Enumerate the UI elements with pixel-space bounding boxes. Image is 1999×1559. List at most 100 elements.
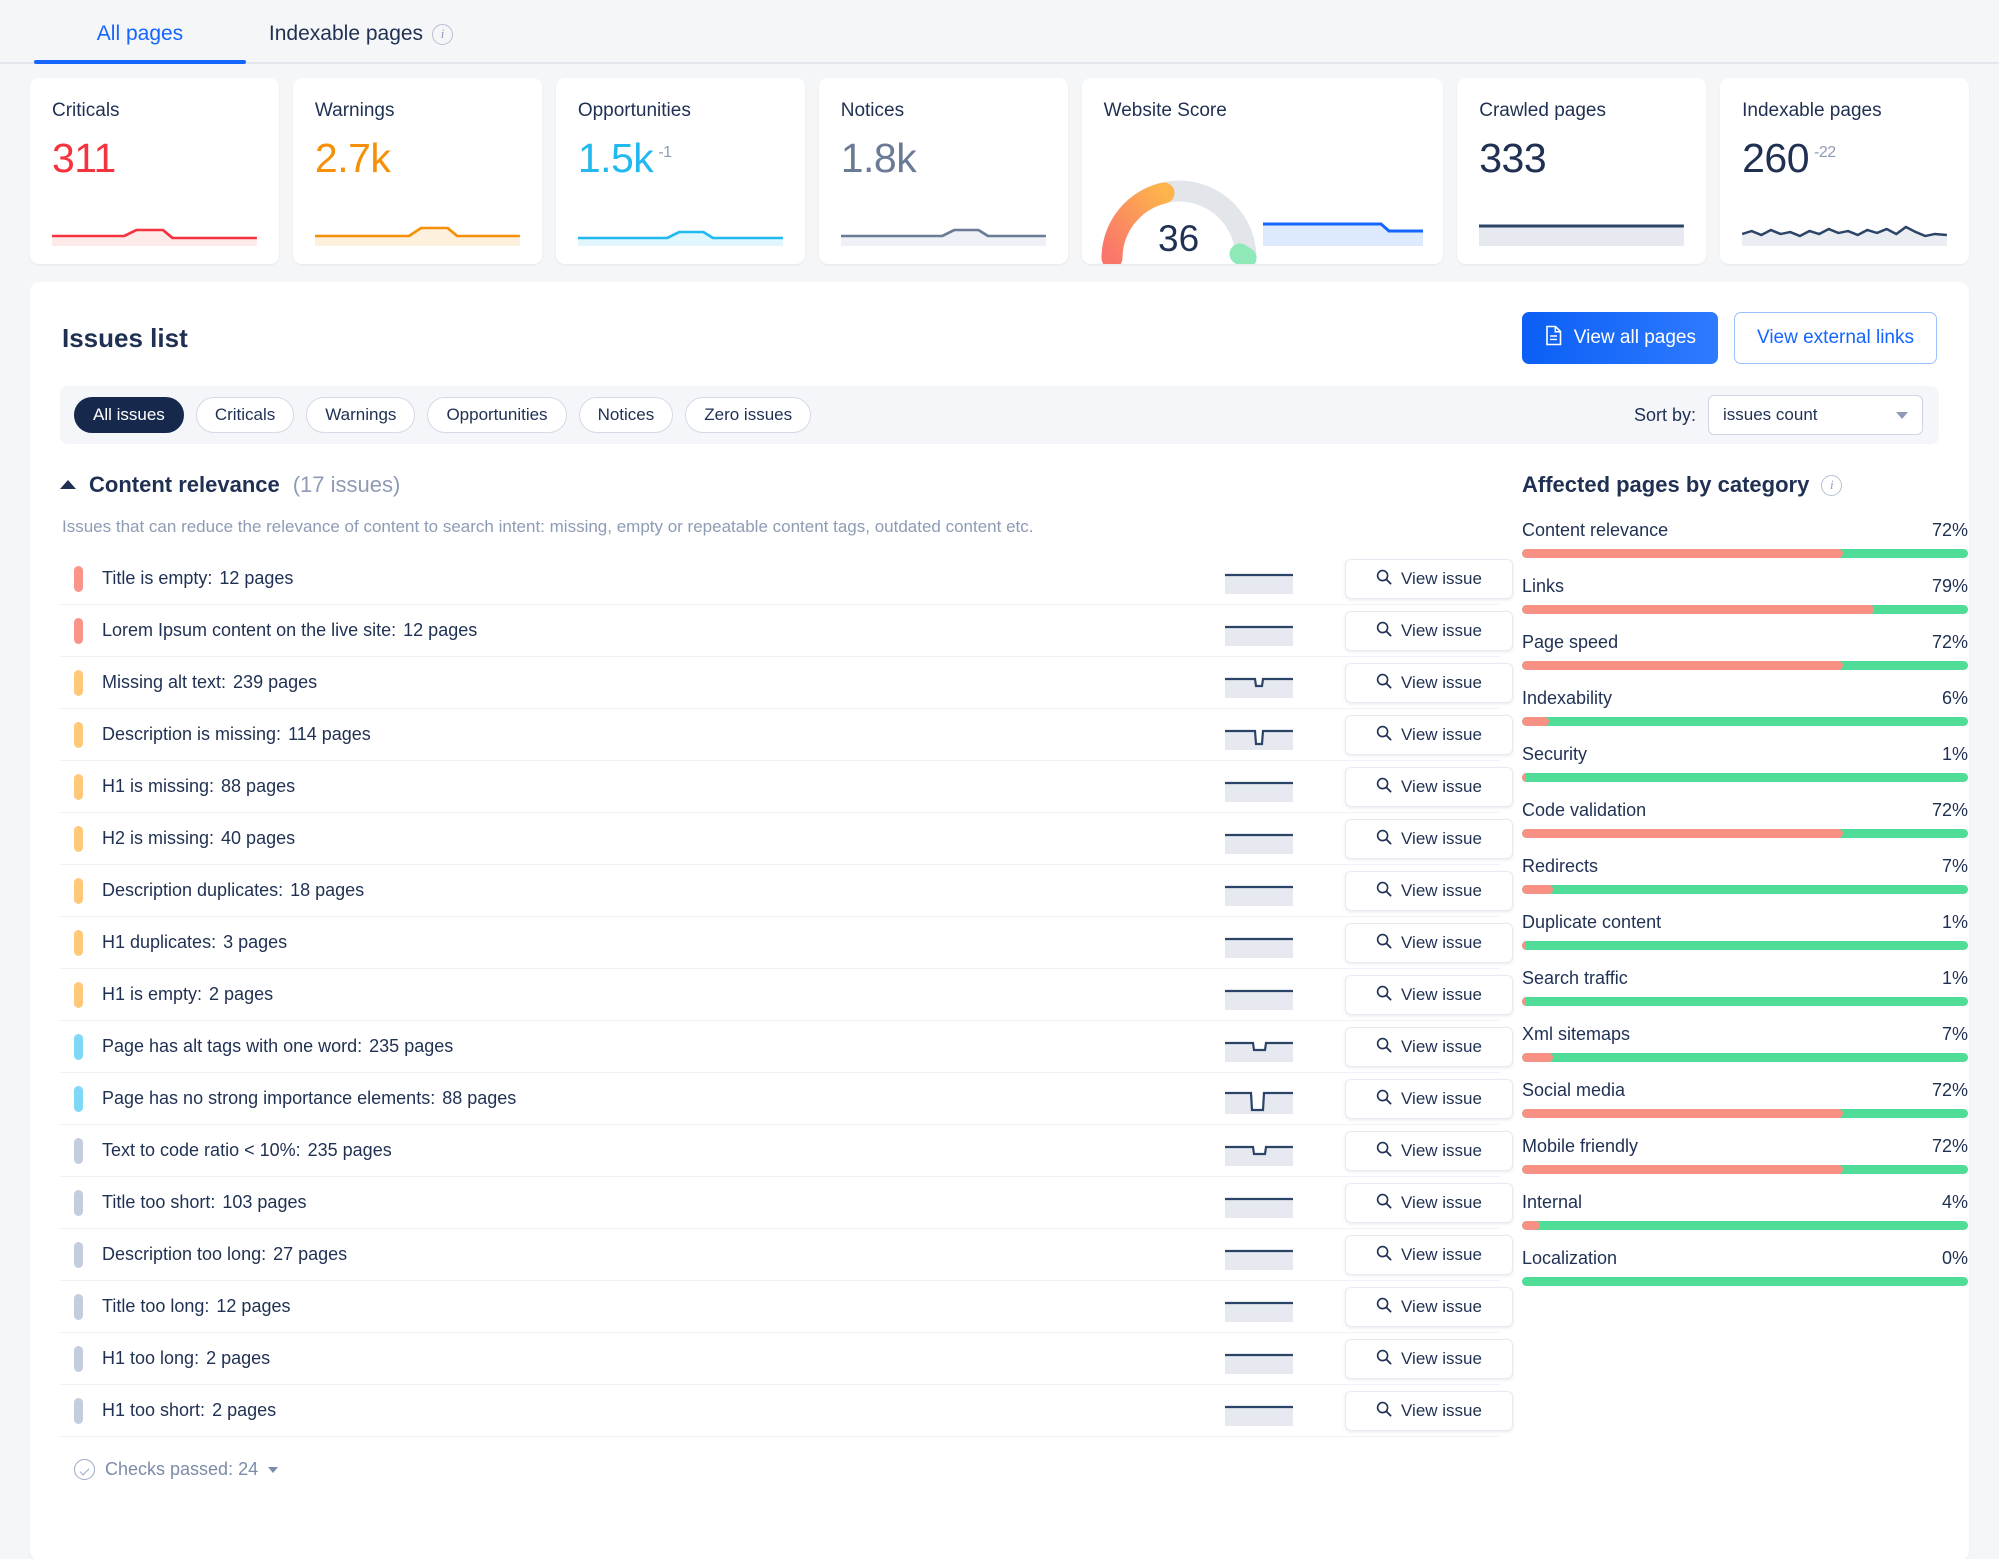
view-issue-button[interactable]: View issue [1345, 871, 1513, 911]
view-issue-button[interactable]: View issue [1345, 1183, 1513, 1223]
affected-category-item: Links 79% [1522, 576, 1968, 614]
affected-category-top: Page speed 72% [1522, 632, 1968, 653]
issue-page-count: 88 pages [221, 776, 296, 796]
kpi-card-warnings[interactable]: Warnings 2.7k [292, 78, 542, 264]
filter-pill-warnings[interactable]: Warnings [306, 397, 416, 433]
issue-row[interactable]: H2 is missing: 40 pages View issue [60, 813, 1513, 865]
issue-row[interactable]: Page has no strong importance elements: 8… [60, 1073, 1513, 1125]
page-title: Issues list [62, 322, 188, 353]
issue-row[interactable]: Description is missing: 114 pages View iss… [60, 709, 1513, 761]
issue-trend-sparkline [1225, 930, 1293, 958]
info-icon[interactable]: i [432, 23, 454, 45]
issue-row[interactable]: H1 duplicates: 3 pages View issue [60, 917, 1513, 969]
affected-category-bar-fill [1522, 1221, 1540, 1230]
tab-all-pages[interactable]: All pages [34, 22, 246, 64]
affected-category-item: Localization 0% [1522, 1248, 1968, 1286]
severity-indicator [74, 1345, 83, 1372]
view-external-links-button[interactable]: View external links [1733, 312, 1937, 364]
issue-row[interactable]: Title is empty: 12 pages View issue [60, 553, 1513, 605]
filter-pill-opportunities[interactable]: Opportunities [427, 397, 567, 433]
view-issue-button[interactable]: View issue [1345, 1235, 1513, 1275]
view-issue-button[interactable]: View issue [1345, 1287, 1513, 1327]
view-issue-button[interactable]: View issue [1345, 1339, 1513, 1379]
affected-category-percent: 1% [1941, 744, 1968, 764]
checks-passed[interactable]: Checks passed: 24 [74, 1459, 1500, 1480]
issue-row[interactable]: H1 too short: 2 pages View issue [60, 1385, 1513, 1437]
affected-category-percent: 1% [1941, 912, 1968, 932]
issue-label: Description too long: [102, 1244, 267, 1264]
view-issue-button[interactable]: View issue [1345, 1131, 1513, 1171]
search-icon [1376, 569, 1392, 590]
issue-label: H2 is missing: [102, 828, 215, 848]
kpi-card-opportunities[interactable]: Opportunities 1.5k -1 [555, 78, 805, 264]
affected-category-item: Content relevance 72% [1522, 520, 1968, 558]
view-issue-button[interactable]: View issue [1345, 819, 1513, 859]
issue-row[interactable]: Page has alt tags with one word: 235 page… [60, 1021, 1513, 1073]
view-issue-label: View issue [1401, 725, 1482, 744]
affected-category-name: Security [1522, 744, 1588, 764]
severity-indicator [74, 669, 83, 696]
issue-trend-sparkline [1225, 1190, 1293, 1218]
issue-label: H1 duplicates: [102, 932, 217, 952]
kpi-title: Warnings [314, 100, 395, 121]
issue-row[interactable]: Title too long: 12 pages View issue [60, 1281, 1513, 1333]
view-issue-button[interactable]: View issue [1345, 923, 1513, 963]
issue-page-count: 2 pages [212, 1400, 277, 1420]
view-issue-button[interactable]: View issue [1345, 975, 1513, 1015]
affected-category-top: Xml sitemaps 7% [1522, 1024, 1968, 1045]
affected-category-bar [1522, 941, 1968, 950]
severity-indicator [74, 1137, 83, 1164]
issue-row[interactable]: Description duplicates: 18 pages View issu… [60, 865, 1513, 917]
affected-category-bar [1522, 1277, 1968, 1286]
view-issue-button[interactable]: View issue [1345, 1079, 1513, 1119]
view-issue-button[interactable]: View issue [1345, 715, 1513, 755]
tab-indexable-pages[interactable]: Indexable pages i [246, 22, 476, 62]
filter-pill-criticals[interactable]: Criticals [195, 397, 295, 433]
view-all-pages-button[interactable]: View all pages [1521, 312, 1718, 364]
sort-by-select[interactable]: issues count [1708, 395, 1923, 435]
issue-page-count: 27 pages [273, 1244, 348, 1264]
search-icon [1376, 1193, 1392, 1214]
issue-row[interactable]: Description too long: 27 pages View issue [60, 1229, 1513, 1281]
affected-category-item: Indexability 6% [1522, 688, 1968, 726]
issue-row[interactable]: Text to code ratio < 10%: 235 pages View i… [60, 1125, 1513, 1177]
search-icon [1376, 829, 1392, 850]
issue-row[interactable]: Missing alt text: 239 pages View issue [60, 657, 1513, 709]
view-issue-button[interactable]: View issue [1345, 611, 1513, 651]
content-relevance-section-header[interactable]: Content relevance (17 issues) [60, 472, 1500, 498]
view-issue-button[interactable]: View issue [1345, 663, 1513, 703]
issue-row[interactable]: H1 too long: 2 pages View issue [60, 1333, 1513, 1385]
affected-category-name: Internal [1522, 1192, 1583, 1212]
kpi-delta: -1 [658, 144, 672, 162]
kpi-card-website-score[interactable]: Website Score 36 [1081, 78, 1444, 264]
view-issue-button[interactable]: View issue [1345, 1391, 1513, 1431]
filter-pill-notices[interactable]: Notices [578, 397, 674, 433]
section-title: Content relevance [89, 472, 280, 497]
info-icon[interactable]: i [1821, 474, 1843, 496]
issue-trend-sparkline [1225, 1398, 1293, 1426]
view-issue-button[interactable]: View issue [1345, 1027, 1513, 1067]
kpi-card-criticals[interactable]: Criticals 311 [30, 78, 279, 264]
issue-label: Title is empty: [102, 568, 213, 588]
view-issue-button[interactable]: View issue [1345, 767, 1513, 807]
issue-row[interactable]: H1 is missing: 88 pages View issue [60, 761, 1513, 813]
severity-indicator [74, 825, 83, 852]
issue-row[interactable]: H1 is empty: 2 pages View issue [60, 969, 1513, 1021]
affected-category-name: Indexability [1522, 688, 1613, 708]
affected-category-top: Content relevance 72% [1522, 520, 1968, 541]
website-score-sparkline [1263, 212, 1424, 246]
affected-category-bar-fill [1522, 1053, 1554, 1062]
issue-row[interactable]: Lorem Ipsum content on the live site: 12 … [60, 605, 1513, 657]
filter-pill-all-issues[interactable]: All issues [74, 397, 184, 433]
filter-pill-zero-issues[interactable]: Zero issues [685, 397, 812, 433]
view-issue-button[interactable]: View issue [1345, 559, 1513, 599]
kpi-card-crawled-pages[interactable]: Crawled pages 333 [1457, 78, 1707, 264]
kpi-card-indexable-pages[interactable]: Indexable pages 260 -22 [1720, 78, 1970, 264]
issue-trend-sparkline [1225, 670, 1293, 698]
kpi-card-notices[interactable]: Notices 1.8k [818, 78, 1068, 264]
issue-page-count: 239 pages [233, 672, 318, 692]
affected-category-item: Social media 72% [1522, 1080, 1968, 1118]
affected-category-item: Search traffic 1% [1522, 968, 1968, 1006]
issue-row[interactable]: Title too short: 103 pages View issue [60, 1177, 1513, 1229]
affected-category-bar-fill [1522, 1165, 1844, 1174]
